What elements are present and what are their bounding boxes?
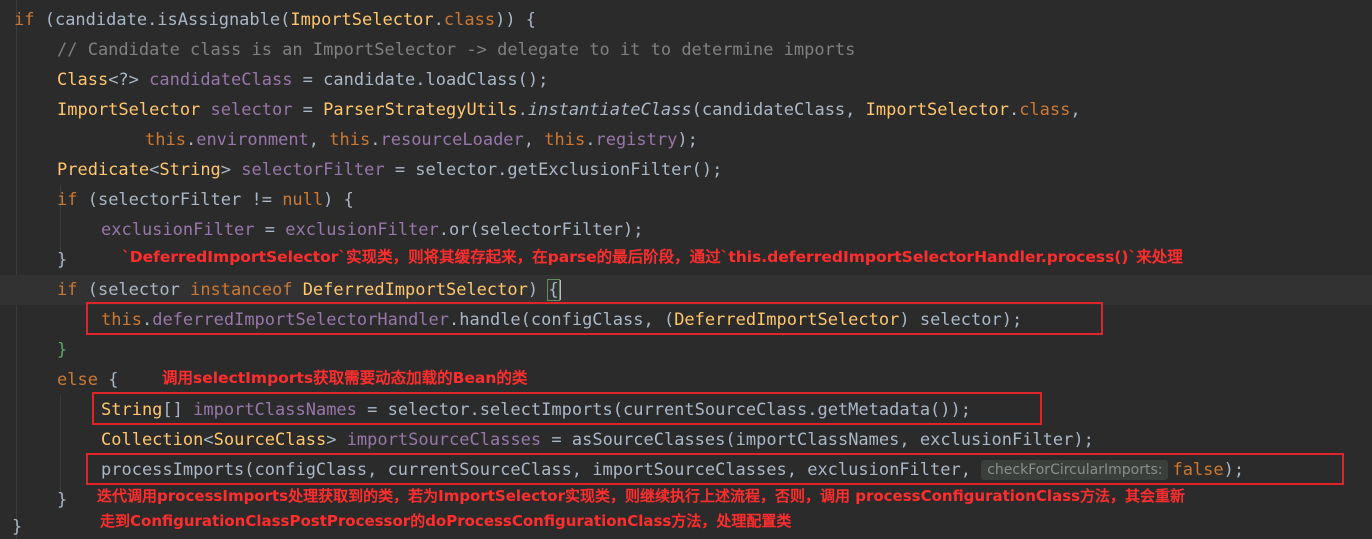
code-line-8: exclusionFilter = exclusionFilter.or(sel… [101,220,644,240]
annotation-select-imports: 调用selectImports获取需要动态加载的Bean的类 [162,369,528,387]
matched-brace: { [547,279,560,301]
code-editor[interactable]: if (candidate.isAssignable(ImportSelecto… [0,0,1372,539]
code-line-3: Class<?> candidateClass = candidate.load… [57,70,549,90]
code-line-7: if (selectorFilter != null) { [57,190,354,210]
highlight-box-select-imports [92,392,1042,425]
code-line-12: } [0,335,1372,365]
code-line-2: // Candidate class is an ImportSelector … [0,35,1372,65]
matched-brace: } [57,340,68,360]
highlight-box-process-imports [86,453,1344,485]
highlight-box-deferred-handle [86,302,1103,335]
code-line-10: if (selector instanceof DeferredImportSe… [0,275,1372,305]
annotation-deferred: `DeferredImportSelector`实现类，则将其缓存起来，在par… [122,248,1183,266]
code-line-4: ImportSelector selector = ParserStrategy… [57,100,1081,120]
code-line-5: this.environment, this.resourceLoader, t… [145,130,698,150]
code-line-15: Collection<SourceClass> importSourceClas… [101,430,1094,450]
annotation-process-imports-2: 走到ConfigurationClassPostProcessor的doProc… [100,512,792,530]
annotation-process-imports-1: 迭代调用processImports处理获取到的类，若为ImportSelect… [97,487,1186,505]
text-caret [558,280,561,300]
code-comment: // Candidate class is an ImportSelector … [57,40,856,60]
code-line-6: Predicate<String> selectorFilter = selec… [57,160,723,180]
code-line-1: if (candidate.isAssignable(ImportSelecto… [14,10,537,30]
